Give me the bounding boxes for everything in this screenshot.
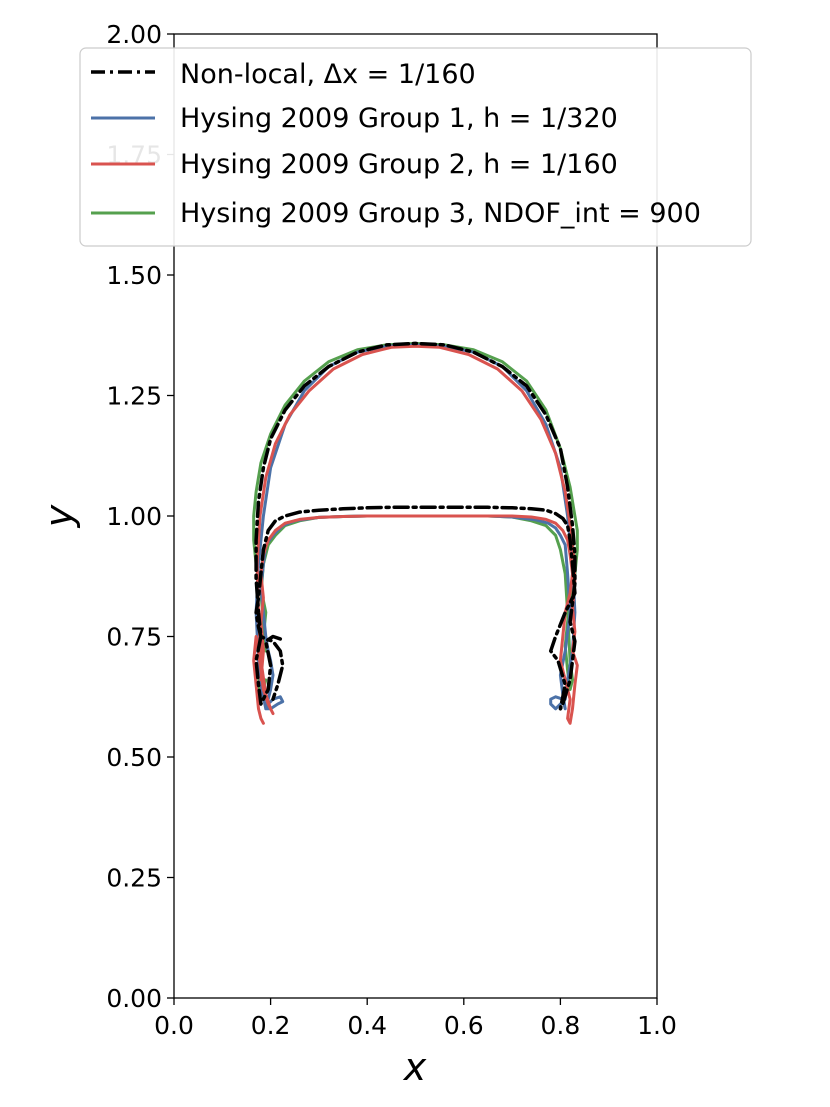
y-tick-label: 2.00 — [106, 20, 162, 49]
x-tick-label: 1.0 — [637, 1011, 677, 1040]
legend-label-group3: Hysing 2009 Group 3, NDOF_int = 900 — [180, 198, 701, 229]
series-line-2 — [252, 344, 579, 725]
x-tick-label: 0.4 — [347, 1011, 387, 1040]
y-tick-label: 0.75 — [106, 623, 162, 652]
x-tick-label: 0.8 — [541, 1011, 581, 1040]
legend: Non-local, Δx = 1/160 Hysing 2009 Group … — [79, 47, 752, 247]
y-tick-label: 0.50 — [106, 743, 162, 772]
chart: 0.0 0.2 0.4 0.6 0.8 1.0 0.00 0.25 0.50 0.75 1.00 1… — [37, 20, 752, 1089]
y-tick-label: 0.25 — [106, 864, 162, 893]
legend-label-nonlocal: Non-local, Δx = 1/160 — [180, 59, 476, 90]
x-tick-label: 0.6 — [444, 1011, 484, 1040]
y-tick-label: 1.50 — [106, 261, 162, 290]
y-axis-label: y — [37, 504, 81, 528]
x-axis-label: x — [403, 1045, 427, 1089]
y-tick-label: 1.25 — [106, 382, 162, 411]
legend-label-group1: Hysing 2009 Group 1, h = 1/320 — [180, 103, 618, 134]
legend-label-group2: Hysing 2009 Group 2, h = 1/160 — [180, 149, 618, 180]
y-tick-label: 1.00 — [106, 502, 162, 531]
x-axis: 0.0 0.2 0.4 0.6 0.8 1.0 — [154, 998, 677, 1040]
x-tick-label: 0.2 — [251, 1011, 291, 1040]
series-layer — [252, 341, 579, 725]
y-tick-label: 0.00 — [106, 984, 162, 1013]
x-tick-label: 0.0 — [154, 1011, 194, 1040]
